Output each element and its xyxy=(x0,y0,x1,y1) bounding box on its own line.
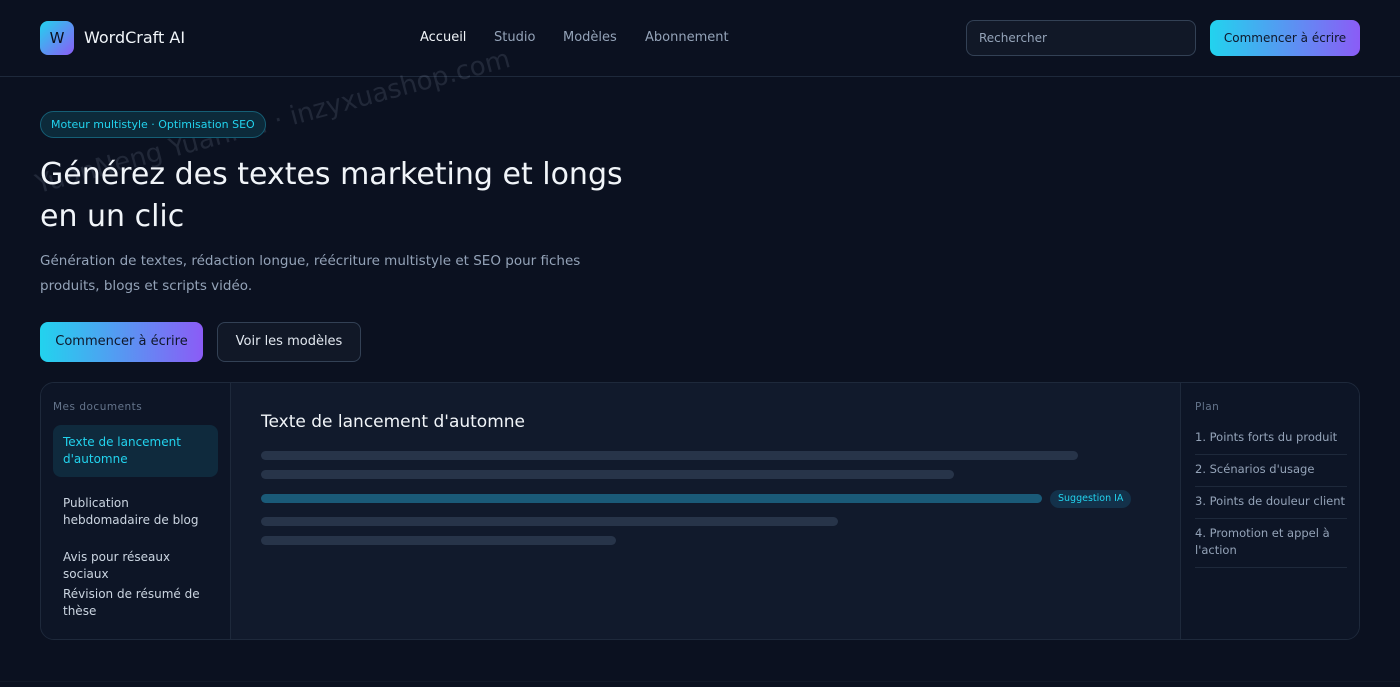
outline-item[interactable]: 3. Points de douleur client xyxy=(1195,493,1347,519)
hero-subtitle: Génération de textes, rédaction longue, … xyxy=(40,253,581,294)
search-input[interactable] xyxy=(966,20,1196,56)
documents-heading: Mes documents xyxy=(53,401,143,413)
document-item[interactable]: Publication hebdomadaire de blog xyxy=(53,486,218,538)
text-placeholder-line xyxy=(261,536,616,545)
start-writing-button[interactable]: Commencer à écrire xyxy=(40,322,203,362)
logo-icon[interactable]: W xyxy=(40,21,74,55)
outline-item[interactable]: 2. Scénarios d'usage xyxy=(1195,461,1347,487)
nav-modeles[interactable]: Modèles xyxy=(563,30,617,45)
brand-name[interactable]: WordCraft AI xyxy=(84,28,185,47)
nav-abonnement[interactable]: Abonnement xyxy=(645,30,729,45)
text-placeholder-line xyxy=(261,451,1078,460)
outline-heading: Plan xyxy=(1195,401,1220,413)
feature-badge: Moteur multistyle · Optimisation SEO xyxy=(40,111,266,138)
view-templates-button[interactable]: Voir les modèles xyxy=(217,322,361,362)
document-item[interactable]: Révision de résumé de thèse xyxy=(53,577,218,629)
document-item-active[interactable]: Texte de lancement d'automne xyxy=(53,425,218,477)
start-writing-header-button[interactable]: Commencer à écrire xyxy=(1210,20,1360,56)
nav-accueil[interactable]: Accueil xyxy=(420,30,466,45)
top-bar: W WordCraft AI Accueil Studio Modèles Ab… xyxy=(0,0,1400,77)
outline-item[interactable]: 1. Points forts du produit xyxy=(1195,429,1347,455)
workspace-preview: Mes documents Texte de lancement d'autom… xyxy=(40,382,1360,640)
highlighted-text-line xyxy=(261,494,1042,503)
editor-document-title: Texte de lancement d'automne xyxy=(261,412,525,432)
text-placeholder-line xyxy=(261,517,838,526)
footer-divider xyxy=(0,681,1400,682)
text-placeholder-line xyxy=(261,470,954,479)
outline-item[interactable]: 4. Promotion et appel à l'action xyxy=(1195,525,1347,568)
hero-title: Générez des textes marketing et longs en… xyxy=(40,157,623,234)
nav-studio[interactable]: Studio xyxy=(494,30,535,45)
ai-suggestion-chip[interactable]: Suggestion IA xyxy=(1050,490,1132,508)
editor-area[interactable]: Texte de lancement d'automne Suggestion … xyxy=(231,383,1180,639)
documents-sidebar: Mes documents Texte de lancement d'autom… xyxy=(41,383,231,639)
outline-panel: Plan 1. Points forts du produit 2. Scéna… xyxy=(1180,383,1359,639)
